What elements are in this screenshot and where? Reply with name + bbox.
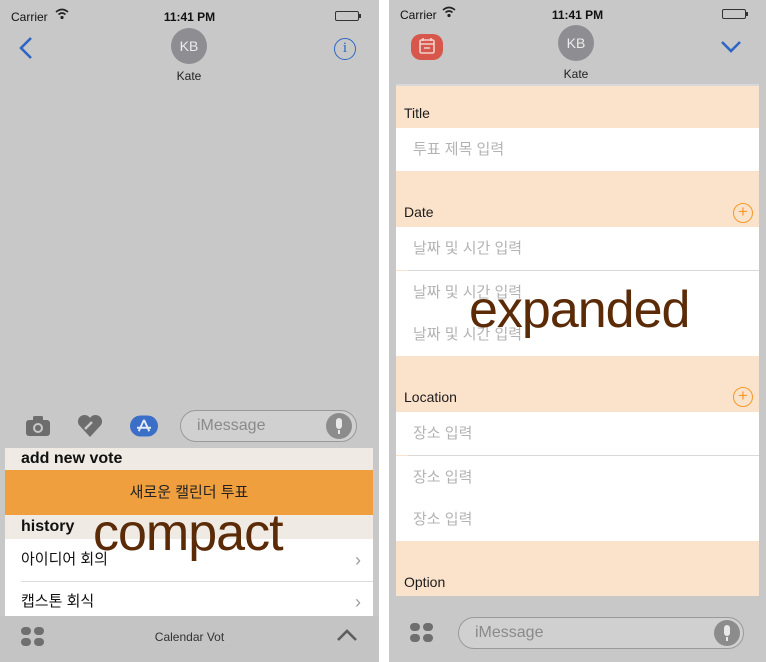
title-label: Title <box>404 105 430 121</box>
chevron-up-icon[interactable] <box>336 628 358 642</box>
info-icon[interactable]: i <box>334 38 356 60</box>
extension-title: Calendar Vot <box>154 630 225 644</box>
battery-icon <box>335 11 361 21</box>
contact-name[interactable]: Kate <box>139 69 239 83</box>
avatar[interactable]: KB <box>558 25 594 61</box>
app-store-icon[interactable] <box>130 412 158 440</box>
expanded-overlay-label: expanded <box>469 281 690 339</box>
expanded-screen: Carrier 11:41 PM KB Kate Title 투표 제목 입력 … <box>389 0 766 662</box>
battery-icon <box>722 9 748 19</box>
chevron-right-icon: › <box>355 550 361 570</box>
date-input[interactable]: 날짜 및 시간 입력 <box>396 227 759 270</box>
add-location-icon[interactable]: + <box>733 387 753 407</box>
clock: 11:41 PM <box>163 10 216 24</box>
vote-form: Title 투표 제목 입력 Date + 날짜 및 시간 입력 날짜 및 시간… <box>396 86 759 596</box>
contact-name[interactable]: Kate <box>526 67 626 81</box>
history-item-label: 캡스톤 회식 <box>21 593 95 610</box>
location-input[interactable]: 장소 입력 <box>396 498 759 541</box>
clock: 11:41 PM <box>551 8 604 22</box>
status-bar: Carrier 11:41 PM <box>0 0 379 30</box>
app-drawer-bar: Calendar Vot <box>0 616 379 662</box>
title-input[interactable]: 투표 제목 입력 <box>396 128 759 171</box>
date-label: Date <box>404 204 434 220</box>
microphone-icon[interactable] <box>714 620 740 646</box>
location-input[interactable]: 장소 입력 <box>396 412 759 455</box>
camera-icon[interactable] <box>24 412 52 440</box>
panel-gutter <box>379 0 389 662</box>
chevron-down-icon[interactable] <box>720 38 742 54</box>
avatar[interactable]: KB <box>171 28 207 64</box>
add-new-vote-header: add new vote <box>5 448 373 470</box>
calendar-app-icon[interactable] <box>411 34 443 60</box>
microphone-icon[interactable] <box>326 413 352 439</box>
compact-overlay-label: compact <box>93 504 284 562</box>
add-date-icon[interactable]: + <box>733 203 753 223</box>
location-label: Location <box>404 389 457 405</box>
location-input[interactable]: 장소 입력 <box>396 456 759 499</box>
compact-screen: Carrier 11:41 PM KB Kate i iMessage add … <box>0 0 379 662</box>
message-input[interactable]: iMessage <box>458 617 744 649</box>
app-drawer-grid-icon[interactable] <box>410 623 434 643</box>
digital-touch-icon[interactable] <box>76 412 104 440</box>
back-chevron-icon[interactable] <box>16 36 36 60</box>
option-label: Option <box>404 574 446 590</box>
